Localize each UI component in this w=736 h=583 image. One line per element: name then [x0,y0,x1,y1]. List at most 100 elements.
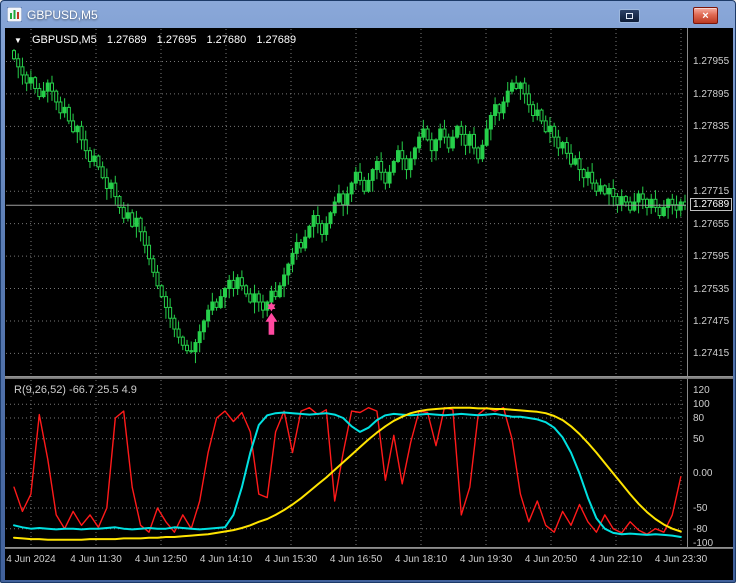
candle [501,96,506,120]
chart-window: GBPUSD,M5 × ▼ GBPUSD,M5 1.27689 1.27695 … [0,0,736,583]
candle [455,124,460,139]
candle [514,75,519,91]
candle [109,179,114,199]
candle [151,255,156,278]
candle [564,137,569,159]
candle [298,239,303,253]
open-value: 1.27689 [106,34,147,46]
candle [471,127,476,155]
candle [96,154,101,171]
candle [210,292,215,315]
price-axis-label: 1.27715 [693,186,730,198]
panel-divider[interactable] [5,376,733,379]
candle [387,164,392,188]
candle [438,123,443,148]
candle [526,84,531,113]
candle [311,210,316,238]
candle [467,130,472,154]
candle [434,138,438,161]
candle [41,81,46,99]
candle [12,49,16,61]
indicator-axis-label: 0.00 [693,468,713,480]
time-label: 4 Jun 14:10 [199,554,253,565]
candle [509,79,514,95]
price-axis[interactable]: 1.27689 1.27955 1.27895 1.27835 1.27775 1.27… [688,28,733,580]
time-label: 4 Jun 11:30 [70,554,122,565]
candle [484,119,489,147]
candle [201,319,206,340]
candle [535,102,540,121]
candle [653,190,658,213]
candle [218,289,223,310]
candle [87,147,92,168]
candle [235,274,240,295]
time-axis[interactable]: 4 Jun 2024 4 Jun 11:30 4 Jun 12:50 4 Jun 14… [5,550,733,580]
candle [573,155,578,166]
price-axis-label: 1.27535 [693,283,730,295]
candle [37,83,42,100]
symbol-dropdown-icon[interactable]: ▼ [14,36,22,45]
candle [104,168,109,200]
candle [125,203,130,222]
candle [324,216,329,241]
candle [49,75,54,101]
candle [374,156,379,180]
restore-button[interactable] [619,9,640,23]
window-title: GBPUSD,M5 [27,7,98,22]
candle [425,125,430,142]
titlebar[interactable]: GBPUSD,M5 × [1,1,735,28]
candle [138,216,143,242]
close-button[interactable]: × [693,7,718,24]
candle [636,190,641,214]
candle [336,184,341,204]
candle [560,140,565,155]
red-indicator-line [13,407,682,535]
candle [446,133,451,153]
time-label: 4 Jun 20:50 [524,554,578,565]
candle [488,111,493,141]
close-icon: × [702,9,709,22]
candle [277,282,282,299]
price-axis-label: 1.27595 [693,251,730,263]
candle [505,81,510,107]
candle [168,298,173,328]
chart-icon [6,6,23,23]
candle [598,178,603,195]
candle [556,129,561,157]
time-label: 4 Jun 16:50 [329,554,383,565]
candle [16,53,21,79]
candle [543,115,548,134]
candle [404,155,409,180]
candle [476,146,481,164]
time-label: 4 Jun 23:30 [654,554,708,565]
indicator-axis-label: 100 [693,399,710,411]
candle [315,206,320,234]
candle [66,103,71,125]
candle [24,71,29,92]
candle [113,175,118,205]
candle [429,132,434,162]
close-value: 1.27689 [256,34,297,46]
time-label: 4 Jun 2024 [6,554,56,565]
candle [193,339,198,364]
candle [607,183,612,206]
main-price-chart[interactable] [6,29,686,375]
candle [180,335,185,351]
candle [294,233,299,260]
indicator-axis-label: -50 [693,502,708,514]
candle [569,144,574,168]
low-value: 1.27680 [206,34,247,46]
indicator-panel[interactable] [6,380,686,546]
candle [649,193,654,214]
candle [463,125,468,155]
candle [248,288,253,304]
candle [493,97,498,126]
candle [370,167,375,192]
price-axis-label: 1.27655 [693,218,730,230]
candle [142,226,147,254]
candle [442,119,447,144]
candle [480,139,485,162]
candle [341,190,346,217]
candle [590,163,595,190]
candle [358,163,363,186]
